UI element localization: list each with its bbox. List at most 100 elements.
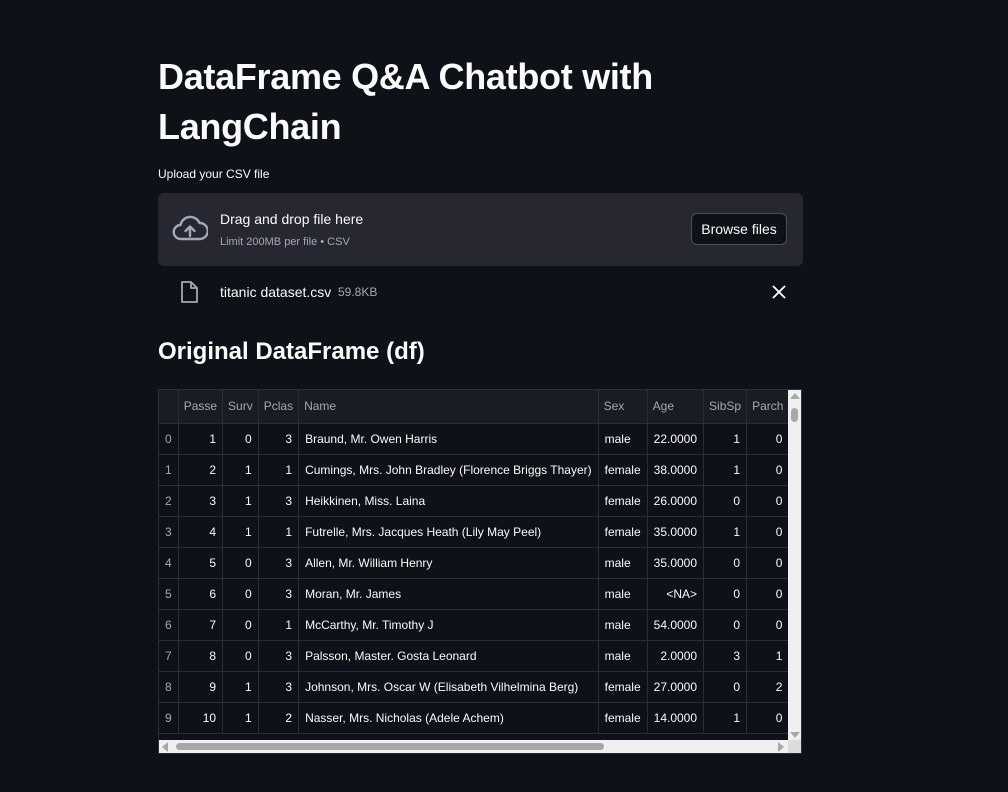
table-cell[interactable]: 1 [703, 702, 748, 734]
horizontal-scrollbar[interactable] [159, 740, 801, 753]
table-cell[interactable]: 1 [178, 423, 224, 455]
column-header[interactable]: SibSp [703, 390, 748, 424]
dataframe-viewer[interactable]: Passe Surv Pclas Name Sex Age SibSp Parch 0103B… [158, 389, 802, 754]
table-cell[interactable]: Cumings, Mrs. John Bradley (Florence Bri… [298, 454, 599, 486]
table-row[interactable]: 4 5 0 3 Allen, Mr. William Henry male 35.0000 0… [159, 547, 789, 579]
table-cell[interactable]: 0 [703, 609, 748, 641]
table-cell[interactable]: 3 [258, 547, 300, 579]
table-cell[interactable]: 38.0000 [647, 454, 705, 486]
table-cell[interactable]: 3 [258, 423, 300, 455]
table-cell[interactable]: 6 [178, 578, 224, 610]
table-cell[interactable]: 27.0000 [647, 671, 705, 703]
table-cell[interactable]: 0 [222, 423, 259, 455]
table-cell[interactable]: 1 [222, 516, 259, 548]
table-cell[interactable]: 4 [178, 516, 224, 548]
table-cell[interactable]: 1 [703, 454, 748, 486]
table-cell[interactable]: <NA> [647, 578, 705, 610]
table-cell[interactable]: Heikkinen, Miss. Laina [298, 485, 599, 517]
scroll-left-arrow-icon[interactable] [162, 742, 168, 752]
column-header[interactable]: Surv [222, 390, 259, 424]
table-cell[interactable]: 1 [258, 609, 300, 641]
table-cell[interactable]: 0 [222, 547, 259, 579]
table-cell[interactable]: 9 [178, 671, 224, 703]
table-cell[interactable]: 2 [746, 671, 789, 703]
table-cell[interactable]: male [598, 423, 648, 455]
table-cell[interactable]: male [598, 578, 648, 610]
table-cell[interactable]: 1 [703, 516, 748, 548]
table-row[interactable]: 9 10 1 2 Nasser, Mrs. Nicholas (Adele Achem)… [159, 702, 789, 734]
table-cell[interactable]: 0 [222, 609, 259, 641]
table-cell[interactable]: 0 [746, 516, 789, 548]
table-row[interactable]: 6 7 0 1 McCarthy, Mr. Timothy Jmale 54.0000 0 0 [159, 609, 789, 641]
table-cell[interactable]: 2 [258, 702, 300, 734]
column-header[interactable]: Pclas [258, 390, 300, 424]
table-row[interactable]: 7 8 0 3 Palsson, Master. Gosta Leonard male 2.… [159, 640, 789, 672]
table-cell[interactable]: 35.0000 [647, 516, 705, 548]
table-cell[interactable]: 1 [258, 516, 300, 548]
table-row[interactable]: 2 3 1 3 Heikkinen, Miss. Laina female 26.0000 0… [159, 485, 789, 517]
table-cell[interactable]: 7 [178, 609, 224, 641]
table-cell[interactable]: 8 [178, 640, 224, 672]
column-header[interactable]: Passe [178, 390, 224, 424]
dataframe-grid[interactable]: Passe Surv Pclas Name Sex Age SibSp Parch 0103B… [159, 390, 789, 741]
table-cell[interactable]: 0 [746, 578, 789, 610]
table-cell[interactable]: female [598, 485, 648, 517]
table-cell[interactable]: 3 [258, 671, 300, 703]
column-header[interactable]: Sex [598, 390, 648, 424]
table-cell[interactable]: Moran, Mr. James [298, 578, 599, 610]
table-cell[interactable]: 2.0000 [647, 640, 705, 672]
table-cell[interactable]: 22.0000 [647, 423, 705, 455]
horizontal-scroll-thumb[interactable] [176, 743, 604, 750]
table-cell[interactable]: 10 [178, 702, 224, 734]
browse-files-button[interactable]: Browse files [691, 213, 787, 245]
table-cell[interactable]: 35.0000 [647, 547, 705, 579]
table-row[interactable]: 0 1 0 3 Braund, Mr. Owen Harris male 22.0000 1 0 [159, 423, 789, 455]
scroll-down-arrow-icon[interactable] [790, 732, 800, 738]
table-cell[interactable]: 1 [746, 640, 789, 672]
table-cell[interactable]: Braund, Mr. Owen Harris [298, 423, 599, 455]
table-cell[interactable]: female [598, 454, 648, 486]
table-cell[interactable]: 0 [703, 578, 748, 610]
table-row[interactable]: 5 6 0 3 Moran, Mr. James male <NA> 0 0 [159, 578, 789, 610]
table-cell[interactable]: Johnson, Mrs. Oscar W (Elisabeth Vilhelm… [298, 671, 599, 703]
table-cell[interactable]: 0 [746, 609, 789, 641]
table-cell[interactable]: 0 [222, 578, 259, 610]
table-cell[interactable]: 1 [222, 702, 259, 734]
column-header[interactable]: Name [298, 390, 599, 424]
column-header[interactable]: Parch [746, 390, 789, 424]
vertical-scroll-thumb[interactable] [791, 408, 798, 422]
table-cell[interactable]: 0 [746, 702, 789, 734]
table-cell[interactable]: 3 [178, 485, 224, 517]
column-header[interactable]: Age [647, 390, 705, 424]
table-row[interactable]: 3 4 1 1 Futrelle, Mrs. Jacques Heath (Lily M… [159, 516, 789, 548]
file-dropzone[interactable]: Drag and drop file here Limit 200MB per … [158, 193, 803, 266]
table-cell[interactable]: male [598, 547, 648, 579]
table-cell[interactable]: female [598, 516, 648, 548]
table-cell[interactable]: Palsson, Master. Gosta Leonard [298, 640, 599, 672]
table-cell[interactable]: 3 [258, 640, 300, 672]
close-icon[interactable] [771, 284, 787, 300]
table-cell[interactable]: female [598, 702, 648, 734]
table-row[interactable]: 8 9 1 3 Johnson, Mrs. Oscar W (Elisabeth Vil… [159, 671, 789, 703]
scroll-up-arrow-icon[interactable] [790, 393, 800, 399]
table-cell[interactable]: male [598, 609, 648, 641]
table-cell[interactable]: Futrelle, Mrs. Jacques Heath (Lily May P… [298, 516, 599, 548]
table-cell[interactable]: 0 [703, 671, 748, 703]
table-cell[interactable]: 0 [746, 454, 789, 486]
column-header-index[interactable] [159, 390, 179, 424]
table-cell[interactable]: 3 [703, 640, 748, 672]
table-cell[interactable]: 0 [746, 485, 789, 517]
scroll-right-arrow-icon[interactable] [778, 742, 784, 752]
table-cell[interactable]: 1 [703, 423, 748, 455]
table-cell[interactable]: Allen, Mr. William Henry [298, 547, 599, 579]
table-cell[interactable]: 0 [703, 485, 748, 517]
table-cell[interactable]: 3 [258, 485, 300, 517]
table-cell[interactable]: Nasser, Mrs. Nicholas (Adele Achem) [298, 702, 599, 734]
table-cell[interactable]: 5 [178, 547, 224, 579]
table-cell[interactable]: 14.0000 [647, 702, 705, 734]
vertical-scrollbar[interactable] [788, 390, 801, 741]
table-cell[interactable]: 0 [703, 547, 748, 579]
table-cell[interactable]: female [598, 671, 648, 703]
table-cell[interactable]: 26.0000 [647, 485, 705, 517]
table-cell[interactable]: 1 [222, 671, 259, 703]
